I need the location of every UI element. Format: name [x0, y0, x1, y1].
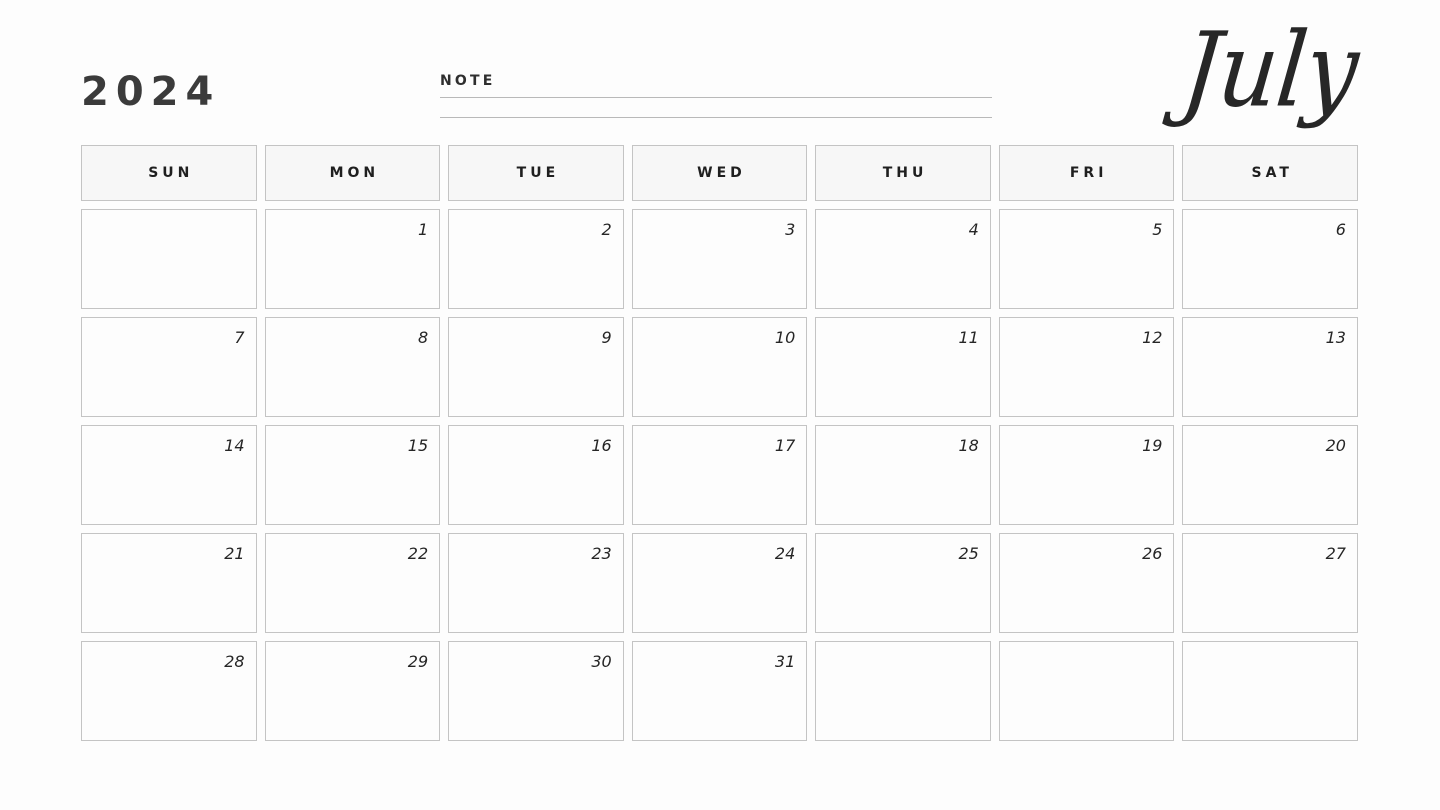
- day-cell[interactable]: 25: [815, 533, 991, 633]
- day-number: 19: [1142, 436, 1163, 455]
- calendar-page: 2024 NOTE July SUN MON TUE WED THU FRI S…: [0, 0, 1440, 810]
- day-cell[interactable]: 11: [815, 317, 991, 417]
- month-title: July: [1177, 10, 1364, 131]
- day-cell[interactable]: [998, 641, 1175, 741]
- day-cell[interactable]: 27: [1182, 533, 1358, 633]
- day-number: 14: [224, 436, 245, 455]
- day-cell[interactable]: 19: [998, 425, 1175, 525]
- day-cell[interactable]: 8: [264, 317, 441, 417]
- day-cell[interactable]: 31: [631, 641, 808, 741]
- day-cell[interactable]: 23: [448, 533, 624, 633]
- weekday-header-fri: FRI: [998, 145, 1175, 201]
- day-cell[interactable]: 3: [631, 209, 808, 309]
- weekday-header-sun: SUN: [81, 145, 257, 201]
- note-write-line-2[interactable]: [440, 117, 992, 118]
- day-cell[interactable]: 15: [264, 425, 441, 525]
- day-number: 27: [1325, 544, 1346, 563]
- day-cell[interactable]: 22: [264, 533, 441, 633]
- week-row: 14 15 16 17 18 19 20: [81, 425, 1358, 525]
- day-cell[interactable]: 5: [998, 209, 1175, 309]
- day-cell[interactable]: 21: [81, 533, 257, 633]
- note-write-line-1[interactable]: [440, 97, 992, 98]
- day-cell[interactable]: 24: [631, 533, 808, 633]
- week-row: 21 22 23 24 25 26 27: [81, 533, 1358, 633]
- day-number: 25: [958, 544, 979, 563]
- day-number: 2: [601, 220, 612, 239]
- day-cell[interactable]: 28: [81, 641, 257, 741]
- weekday-header-wed: WED: [631, 145, 808, 201]
- day-number: 18: [958, 436, 979, 455]
- note-section: NOTE: [440, 74, 992, 118]
- day-number: 21: [224, 544, 245, 563]
- day-cell[interactable]: 4: [815, 209, 991, 309]
- day-number: 17: [774, 436, 796, 455]
- weekday-header-thu: THU: [815, 145, 991, 201]
- week-row: 7 8 9 10 11 12 13: [81, 317, 1358, 417]
- day-cell[interactable]: 29: [264, 641, 441, 741]
- day-number: 11: [958, 328, 979, 347]
- day-number: 20: [1325, 436, 1346, 455]
- day-cell[interactable]: 16: [448, 425, 624, 525]
- day-cell[interactable]: 26: [998, 533, 1175, 633]
- weekday-header-row: SUN MON TUE WED THU FRI SAT: [81, 145, 1358, 201]
- day-number: 30: [591, 652, 612, 671]
- day-number: 12: [1142, 328, 1163, 347]
- day-number: 5: [1152, 220, 1163, 239]
- day-number: 31: [774, 652, 796, 671]
- page-header: 2024 NOTE July: [0, 0, 1440, 145]
- note-label: NOTE: [440, 73, 496, 89]
- weekday-header-tue: TUE: [448, 145, 624, 201]
- week-row: 28 29 30 31: [81, 641, 1358, 741]
- calendar-grid: SUN MON TUE WED THU FRI SAT 1 2 3 4 5 6 …: [81, 145, 1358, 741]
- day-number: 9: [601, 328, 612, 347]
- weekday-header-mon: MON: [264, 145, 441, 201]
- day-cell[interactable]: 14: [81, 425, 257, 525]
- day-number: 15: [407, 436, 429, 455]
- day-cell[interactable]: 12: [998, 317, 1175, 417]
- day-number: 23: [591, 544, 612, 563]
- day-number: 16: [591, 436, 612, 455]
- day-number: 3: [785, 220, 796, 239]
- day-number: 8: [417, 328, 429, 347]
- day-number: 13: [1325, 328, 1346, 347]
- day-number: 28: [224, 652, 245, 671]
- day-cell[interactable]: 10: [631, 317, 808, 417]
- day-cell[interactable]: [81, 209, 257, 309]
- day-number: 7: [234, 328, 245, 347]
- day-cell[interactable]: 30: [448, 641, 624, 741]
- day-number: 22: [407, 544, 429, 563]
- week-row: 1 2 3 4 5 6: [81, 209, 1358, 309]
- day-cell[interactable]: [1182, 641, 1358, 741]
- day-number: 26: [1142, 544, 1163, 563]
- day-cell[interactable]: 20: [1182, 425, 1358, 525]
- day-cell[interactable]: [815, 641, 991, 741]
- year-title: 2024: [81, 69, 221, 115]
- weekday-header-sat: SAT: [1182, 145, 1358, 201]
- day-cell[interactable]: 13: [1182, 317, 1358, 417]
- day-cell[interactable]: 6: [1182, 209, 1358, 309]
- day-number: 1: [417, 220, 429, 239]
- day-cell[interactable]: 17: [631, 425, 808, 525]
- day-cell[interactable]: 1: [264, 209, 441, 309]
- day-cell[interactable]: 9: [448, 317, 624, 417]
- day-number: 6: [1335, 220, 1346, 239]
- day-number: 29: [407, 652, 429, 671]
- day-number: 24: [774, 544, 796, 563]
- day-cell[interactable]: 2: [448, 209, 624, 309]
- day-number: 4: [968, 220, 979, 239]
- day-cell[interactable]: 18: [815, 425, 991, 525]
- day-number: 10: [774, 328, 796, 347]
- day-cell[interactable]: 7: [81, 317, 257, 417]
